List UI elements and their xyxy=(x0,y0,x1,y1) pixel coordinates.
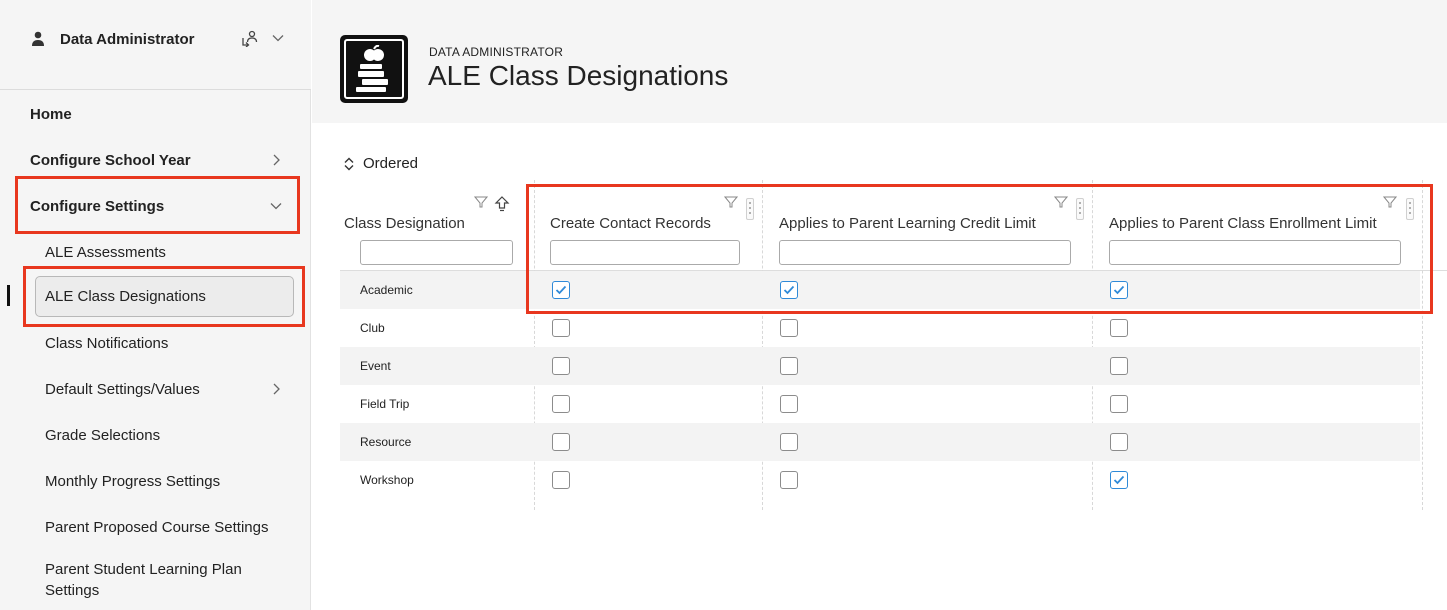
sidebar-item-label: Monthly Progress Settings xyxy=(45,472,221,490)
sidebar-item-home[interactable]: Home xyxy=(0,94,311,134)
checkbox-class-enrollment[interactable] xyxy=(1110,357,1128,375)
upload-icon[interactable] xyxy=(494,196,510,212)
page-header: DATA ADMINISTRATOR ALE Class Designation… xyxy=(312,0,1447,123)
chevron-down-icon[interactable] xyxy=(271,31,285,45)
checkbox-class-enrollment[interactable] xyxy=(1110,319,1128,337)
chevron-right-icon xyxy=(273,154,280,166)
checkbox-learning-credit[interactable] xyxy=(780,357,798,375)
row-label: Club xyxy=(360,321,385,335)
switch-role-icon[interactable] xyxy=(241,29,259,47)
filter-input-class-designation[interactable] xyxy=(360,240,513,265)
user-icon xyxy=(32,31,44,46)
row-label: Resource xyxy=(360,435,412,449)
sidebar-item-label: Parent Student Learning Plan Settings xyxy=(45,561,242,599)
sort-ordered-toggle[interactable]: Ordered xyxy=(343,155,418,172)
row-label: Field Trip xyxy=(360,397,410,411)
table-row-resource[interactable]: Resource xyxy=(340,423,1420,461)
sort-icon xyxy=(344,157,354,170)
checkmark-icon xyxy=(1113,475,1125,485)
column-title: Class Designation xyxy=(344,215,465,232)
column-header-class-designation[interactable]: Class Designation xyxy=(340,180,522,270)
checkbox-class-enrollment[interactable] xyxy=(1110,395,1128,413)
sidebar-item-label: Configure School Year xyxy=(30,151,191,169)
row-label: Academic xyxy=(360,283,413,297)
sidebar-item-configure-school-year[interactable]: Configure School Year xyxy=(0,140,311,180)
apple-books-logo xyxy=(340,35,408,103)
row-label: Workshop xyxy=(360,473,414,487)
sidebar-item-label: Home xyxy=(30,105,72,123)
checkbox-learning-credit[interactable] xyxy=(780,433,798,451)
checkbox-class-enrollment[interactable] xyxy=(1110,433,1128,451)
sidebar-item-parent-proposed-course-settings[interactable]: Parent Proposed Course Settings xyxy=(0,507,311,547)
sidebar-item-label: Default Settings/Values xyxy=(45,380,200,398)
checkbox-learning-credit[interactable] xyxy=(780,471,798,489)
checkbox-learning-credit[interactable] xyxy=(780,319,798,337)
sidebar-item-default-settings-values[interactable]: Default Settings/Values xyxy=(0,369,311,409)
filter-icon[interactable] xyxy=(474,195,488,209)
checkbox-create-contact[interactable] xyxy=(552,319,570,337)
chevron-right-icon xyxy=(273,383,280,395)
checkbox-create-contact[interactable] xyxy=(552,395,570,413)
sidebar-item-label: Parent Proposed Course Settings xyxy=(45,518,269,536)
sidebar-item-grade-selections[interactable]: Grade Selections xyxy=(0,415,311,455)
checkbox-create-contact[interactable] xyxy=(552,433,570,451)
checkbox-create-contact[interactable] xyxy=(552,357,570,375)
table-row-field-trip[interactable]: Field Trip xyxy=(340,385,1420,423)
table-row-club[interactable]: Club xyxy=(340,309,1420,347)
sidebar-item-label: ALE Assessments xyxy=(45,243,166,261)
checkbox-class-enrollment[interactable] xyxy=(1110,471,1128,489)
page-overline: DATA ADMINISTRATOR xyxy=(429,45,564,59)
highlight-boolean-columns xyxy=(526,184,1433,314)
sidebar-item-label: Grade Selections xyxy=(45,426,161,444)
user-name: Data Administrator xyxy=(60,31,195,48)
highlight-ale-class-designations xyxy=(23,266,305,327)
row-label: Event xyxy=(360,359,391,373)
table-row-event[interactable]: Event xyxy=(340,347,1420,385)
table-row-workshop[interactable]: Workshop xyxy=(340,461,1420,499)
checkbox-create-contact[interactable] xyxy=(552,471,570,489)
sort-label: Ordered xyxy=(363,155,419,172)
page-title: ALE Class Designations xyxy=(428,60,729,91)
highlight-configure-settings xyxy=(15,176,300,234)
sidebar-item-parent-student-learning-plan-settings[interactable]: Parent Student Learning Plan Settings xyxy=(0,559,311,607)
checkbox-learning-credit[interactable] xyxy=(780,395,798,413)
sidebar-item-monthly-progress-settings[interactable]: Monthly Progress Settings xyxy=(0,461,311,501)
sidebar-item-class-notifications[interactable]: Class Notifications xyxy=(0,323,311,363)
sidebar-header: Data Administrator xyxy=(0,0,311,90)
sidebar-item-label: Class Notifications xyxy=(45,334,169,352)
designations-grid: Class Designation Create Contact Records… xyxy=(312,180,1447,510)
sidebar: Data Administrator Home Configure School… xyxy=(0,0,311,610)
